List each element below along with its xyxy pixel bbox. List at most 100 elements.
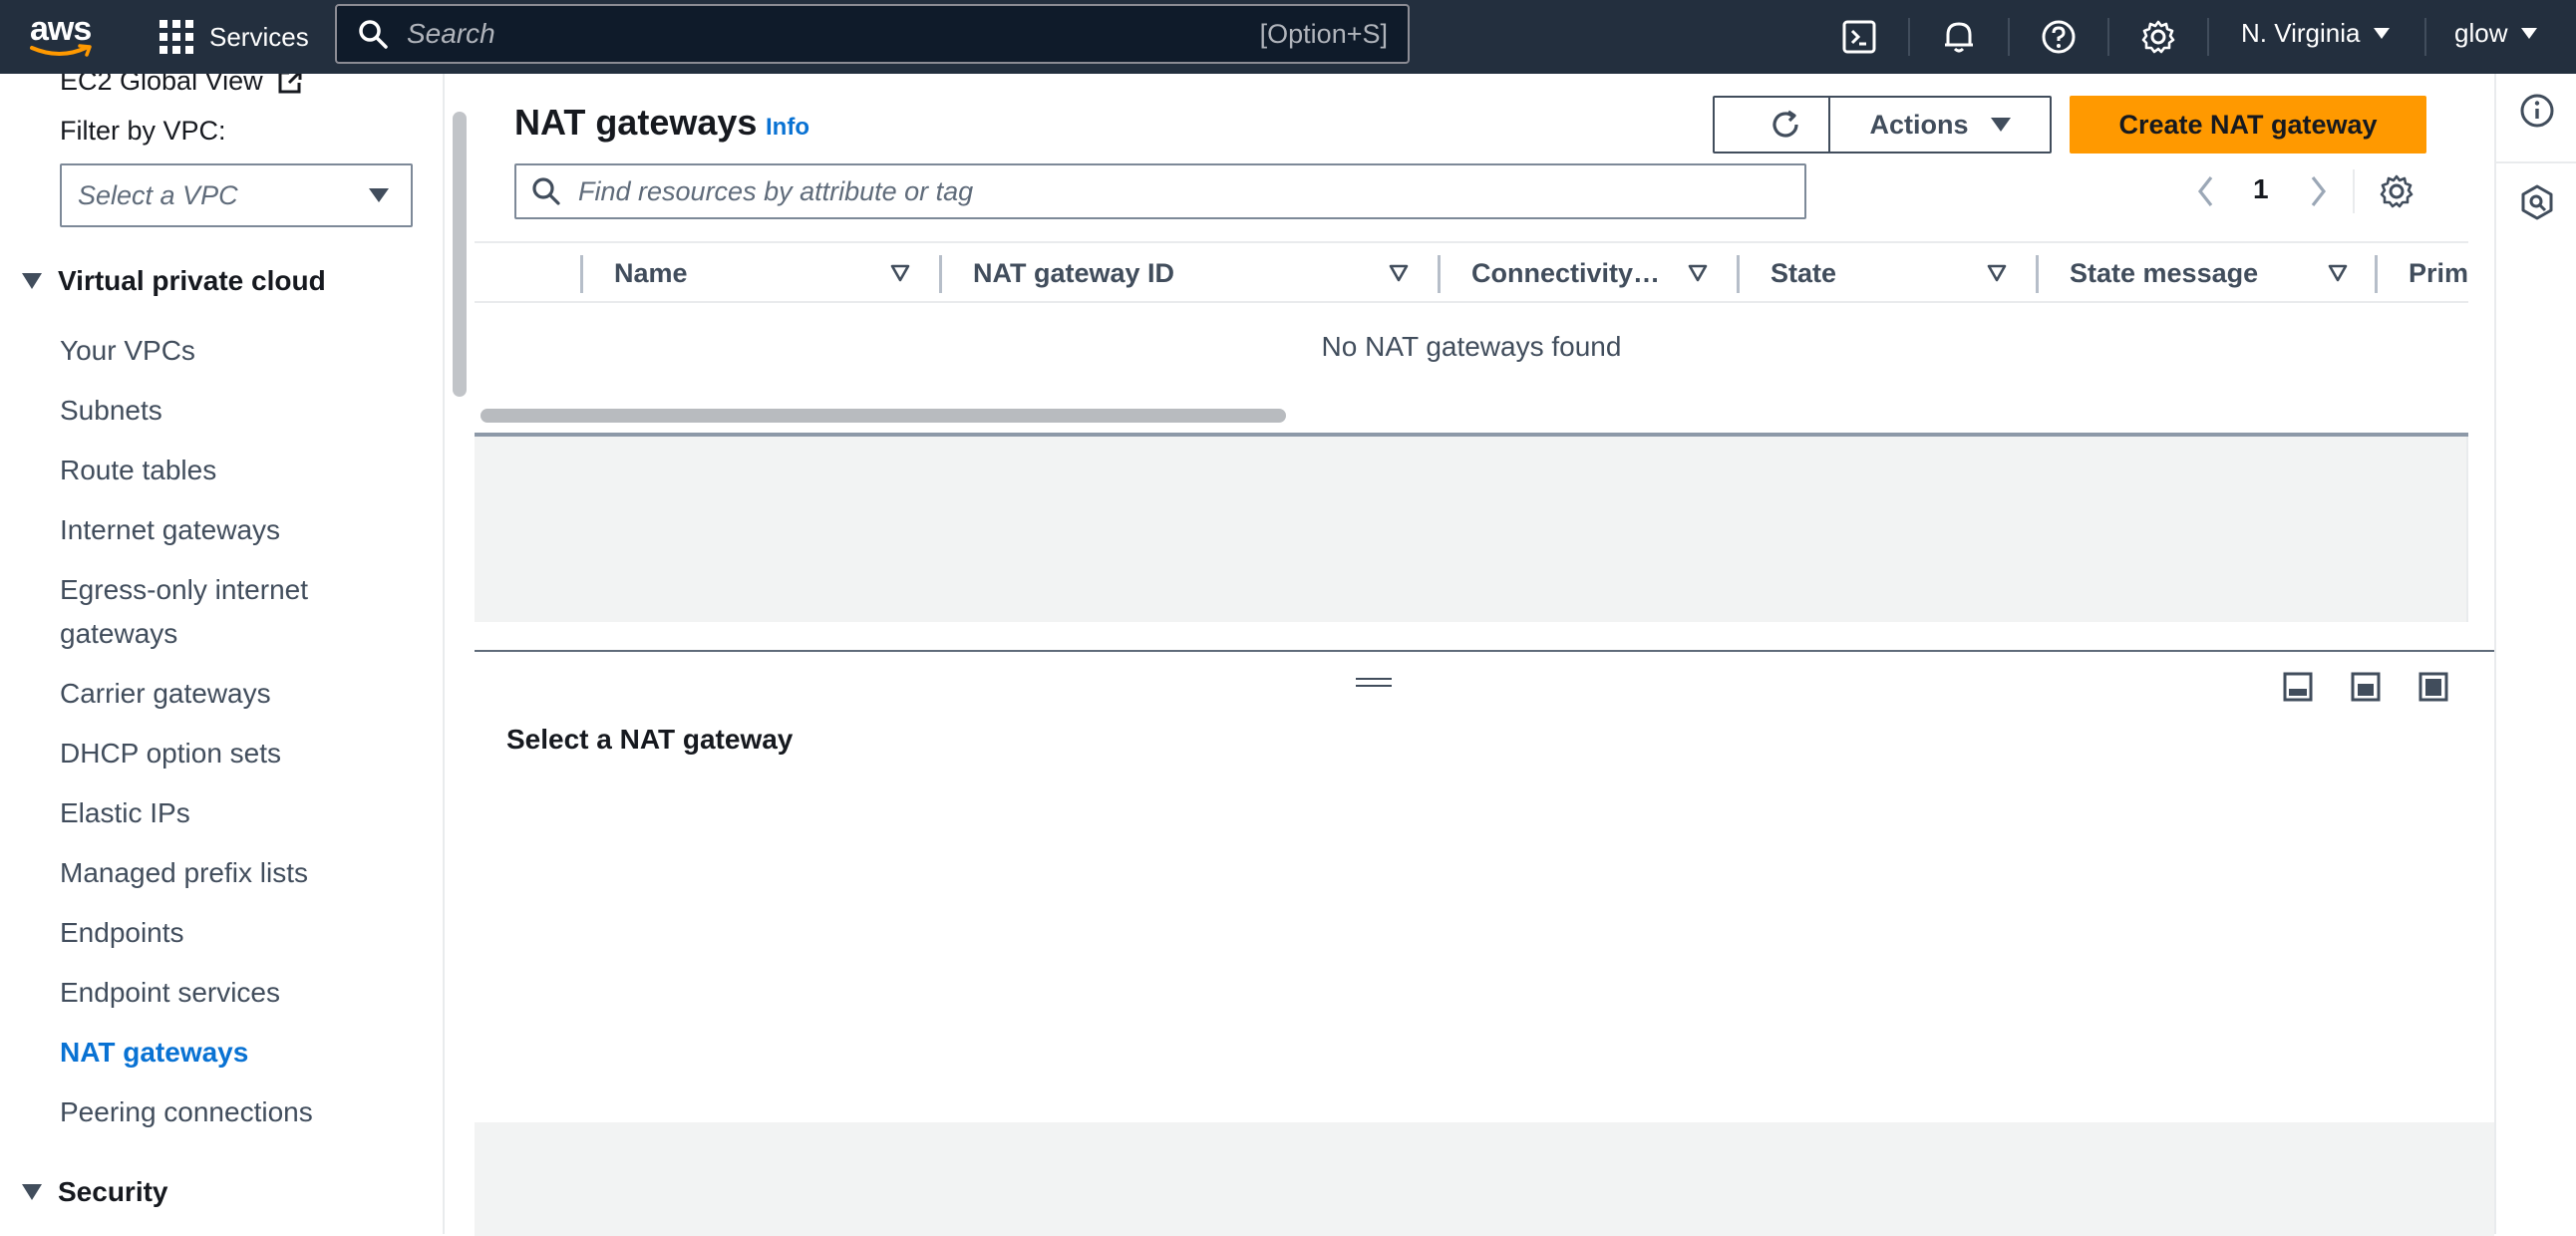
sidebar-item-internet-gateways[interactable]: Internet gateways — [60, 508, 399, 552]
sidebar-item-endpoint-services[interactable]: Endpoint services — [60, 971, 399, 1015]
column-divider — [580, 255, 583, 293]
table-bottom-border — [475, 433, 2468, 437]
sidebar-item-carrier-gateways[interactable]: Carrier gateways — [60, 672, 399, 716]
create-nat-gateway-label: Create NAT gateway — [2118, 109, 2378, 140]
sidebar-scrollbar[interactable] — [449, 104, 469, 397]
chevron-left-icon[interactable] — [2195, 173, 2217, 209]
sidebar-item-nat-gateways[interactable]: NAT gateways — [60, 1031, 399, 1075]
external-link-icon — [278, 74, 302, 93]
split-panel-footer — [475, 1122, 2494, 1236]
filter-placeholder: Find resources by attribute or tag — [578, 175, 974, 206]
account-menu[interactable]: glow — [2454, 18, 2538, 49]
column-divider — [2375, 255, 2378, 293]
pager-divider — [2353, 169, 2355, 213]
chevron-down-icon — [2521, 28, 2538, 39]
account-label: glow — [2454, 18, 2508, 48]
vpc-select[interactable]: Select a VPC — [60, 163, 413, 227]
main-content: NAT gateways Info Actions Create NAT gat… — [475, 74, 2494, 1236]
sidebar-item-egress-only-internet-gateways[interactable]: Egress-only internet gateways — [60, 568, 399, 656]
nav-divider — [2207, 18, 2209, 56]
table-header-row: Name NAT gateway ID Connectivity… State … — [475, 241, 2468, 303]
nav-divider — [1908, 18, 1910, 56]
empty-table-message: No NAT gateways found — [1321, 331, 1622, 362]
column-divider — [1737, 255, 1740, 293]
scrollbar-thumb[interactable] — [453, 112, 467, 397]
actions-dropdown-button[interactable]: Actions — [1828, 96, 2052, 154]
table-horizontal-scrollbar[interactable] — [481, 409, 1286, 423]
page-title: NAT gateways — [514, 102, 758, 143]
table-container: NAT gateways Info Actions Create NAT gat… — [475, 74, 2468, 435]
sort-icon[interactable] — [1986, 263, 2008, 283]
sort-icon[interactable] — [1687, 263, 1709, 283]
column-header-name[interactable]: Name — [614, 243, 688, 303]
section-virtual-private-cloud[interactable]: Virtual private cloud — [22, 265, 326, 297]
aws-logo[interactable]: aws — [28, 10, 100, 60]
column-divider — [1438, 255, 1441, 293]
top-navigation: aws Services Search [Option+S] N. Virgin… — [0, 0, 2576, 74]
info-panel-icon[interactable] — [2518, 92, 2556, 130]
sidebar-item-peering-connections[interactable]: Peering connections — [60, 1090, 399, 1134]
sort-icon[interactable] — [1388, 263, 1410, 283]
refresh-icon — [1772, 110, 1798, 138]
create-nat-gateway-button[interactable]: Create NAT gateway — [2070, 96, 2426, 154]
sidebar-item-subnets[interactable]: Subnets — [60, 389, 399, 433]
chevron-right-icon[interactable] — [2307, 173, 2329, 209]
nat-gateways-list-panel: NAT gateways Info Actions Create NAT gat… — [475, 74, 2468, 622]
aws-smile-icon — [30, 44, 92, 57]
settings-icon[interactable] — [2135, 14, 2181, 60]
cloudshell-icon[interactable] — [1836, 14, 1882, 60]
column-header-state-message[interactable]: State message — [2070, 243, 2258, 303]
nav-divider — [2107, 18, 2109, 56]
section-security[interactable]: Security — [22, 1176, 168, 1208]
sidebar-item-route-tables[interactable]: Route tables — [60, 449, 399, 492]
nav-divider — [2008, 18, 2010, 56]
tools-rail — [2494, 74, 2576, 1234]
caret-down-icon — [369, 188, 389, 202]
chevron-down-icon — [2374, 28, 2391, 39]
column-header-connectivity[interactable]: Connectivity… — [1471, 243, 1660, 303]
services-grid-icon — [160, 20, 193, 54]
caret-down-icon — [22, 273, 42, 289]
ec2-global-view-label: EC2 Global View — [60, 74, 263, 96]
actions-label: Actions — [1869, 109, 1969, 140]
global-search-input[interactable]: Search [Option+S] — [335, 4, 1410, 64]
sidebar-item-managed-prefix-lists[interactable]: Managed prefix lists — [60, 851, 399, 895]
side-navigation: EC2 Global View Filter by VPC: Select a … — [0, 74, 445, 1234]
split-panel-resize-handle[interactable] — [1356, 678, 1392, 688]
region-selector[interactable]: N. Virginia — [2241, 18, 2391, 49]
sidebar-item-your-vpcs[interactable]: Your VPCs — [60, 329, 399, 373]
page-number[interactable]: 1 — [2253, 173, 2269, 205]
column-divider — [939, 255, 942, 293]
sidebar-item-elastic-ips[interactable]: Elastic IPs — [60, 791, 399, 835]
sort-icon[interactable] — [889, 263, 911, 283]
table-preferences-icon[interactable] — [2379, 173, 2415, 209]
caret-down-icon — [22, 1184, 42, 1200]
search-icon — [359, 20, 388, 49]
column-header-state[interactable]: State — [1771, 243, 1836, 303]
column-header-nat-gateway-id[interactable]: NAT gateway ID — [973, 243, 1174, 303]
sort-icon[interactable] — [2327, 263, 2349, 283]
resource-filter-input[interactable]: Find resources by attribute or tag — [514, 163, 1806, 219]
resource-explorer-icon[interactable] — [2518, 183, 2556, 221]
services-label: Services — [209, 21, 309, 52]
bell-icon[interactable] — [1936, 14, 1982, 60]
filter-by-vpc-label: Filter by VPC: — [60, 116, 226, 146]
split-panel-title: Select a NAT gateway — [506, 724, 794, 755]
sidebar-item-dhcp-option-sets[interactable]: DHCP option sets — [60, 732, 399, 775]
sidebar-item-endpoints[interactable]: Endpoints — [60, 911, 399, 955]
services-menu[interactable]: Services — [160, 16, 309, 58]
nav-divider — [2424, 18, 2426, 56]
split-panel: Select a NAT gateway — [475, 650, 2494, 1236]
section-label: Security — [58, 1176, 168, 1207]
search-icon — [532, 177, 560, 205]
rail-divider — [2496, 161, 2576, 163]
info-link[interactable]: Info — [766, 114, 809, 142]
help-icon[interactable] — [2036, 14, 2082, 60]
position-bottom-icon[interactable] — [2283, 672, 2313, 702]
position-full-icon[interactable] — [2418, 672, 2448, 702]
ec2-global-view-link[interactable]: EC2 Global View — [60, 74, 303, 97]
column-header-primary[interactable]: Prim — [2409, 243, 2468, 303]
region-label: N. Virginia — [2241, 18, 2361, 48]
position-side-icon[interactable] — [2351, 672, 2381, 702]
caret-down-icon — [1990, 118, 2011, 132]
